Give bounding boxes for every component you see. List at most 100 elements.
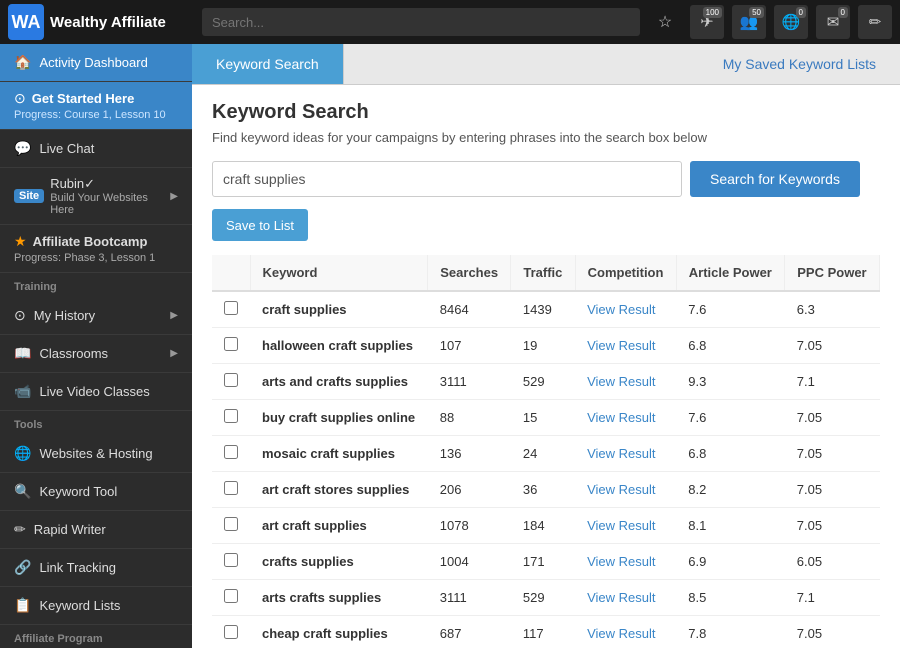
sidebar-item-classrooms[interactable]: 📖 Classrooms ▶ bbox=[0, 335, 192, 373]
competition-cell[interactable]: View Result bbox=[575, 472, 676, 508]
row-checkbox-cell[interactable] bbox=[212, 436, 250, 472]
view-result-link[interactable]: View Result bbox=[587, 374, 655, 389]
article-power-cell: 8.5 bbox=[676, 580, 784, 616]
sidebar-item-keyword-tool[interactable]: 🔍 Keyword Tool bbox=[0, 473, 192, 511]
wa-logo-icon: WA bbox=[8, 4, 44, 40]
globe-icon[interactable]: 🌐 0 bbox=[774, 5, 808, 39]
article-power-cell: 7.6 bbox=[676, 291, 784, 328]
row-checkbox-cell[interactable] bbox=[212, 291, 250, 328]
row-checkbox-cell[interactable] bbox=[212, 508, 250, 544]
traffic-cell: 1439 bbox=[511, 291, 575, 328]
row-select-checkbox[interactable] bbox=[224, 409, 238, 423]
row-checkbox-cell[interactable] bbox=[212, 364, 250, 400]
sidebar-item-activity-dashboard[interactable]: 🏠 Activity Dashboard bbox=[0, 44, 192, 82]
searches-cell: 8464 bbox=[428, 291, 511, 328]
keyword-cell: cheap craft supplies bbox=[250, 616, 428, 648]
favorite-icon[interactable]: ☆ bbox=[648, 5, 682, 39]
competition-cell[interactable]: View Result bbox=[575, 544, 676, 580]
row-select-checkbox[interactable] bbox=[224, 589, 238, 603]
tab-saved-keyword-lists[interactable]: My Saved Keyword Lists bbox=[699, 44, 900, 84]
view-result-link[interactable]: View Result bbox=[587, 410, 655, 425]
chat-icon: 💬 bbox=[14, 140, 31, 157]
competition-cell[interactable]: View Result bbox=[575, 580, 676, 616]
classrooms-icon: 📖 bbox=[14, 345, 31, 362]
people-icon[interactable]: 👥 50 bbox=[732, 5, 766, 39]
ppc-power-cell: 7.05 bbox=[785, 616, 880, 648]
search-keywords-button[interactable]: Search for Keywords bbox=[690, 161, 860, 197]
searches-cell: 1004 bbox=[428, 544, 511, 580]
mail-icon[interactable]: ✉ 0 bbox=[816, 5, 850, 39]
plane-icon[interactable]: ✈ 100 bbox=[690, 5, 724, 39]
row-checkbox-cell[interactable] bbox=[212, 580, 250, 616]
row-select-checkbox[interactable] bbox=[224, 373, 238, 387]
row-select-checkbox[interactable] bbox=[224, 301, 238, 315]
keyword-search-input[interactable] bbox=[212, 161, 682, 197]
table-row: buy craft supplies online 88 15 View Res… bbox=[212, 400, 880, 436]
view-result-link[interactable]: View Result bbox=[587, 446, 655, 461]
sidebar-item-live-chat[interactable]: 💬 Live Chat bbox=[0, 130, 192, 168]
page-content: Keyword Search Find keyword ideas for yo… bbox=[192, 85, 900, 648]
competition-cell[interactable]: View Result bbox=[575, 364, 676, 400]
competition-cell[interactable]: View Result bbox=[575, 328, 676, 364]
row-select-checkbox[interactable] bbox=[224, 481, 238, 495]
view-result-link[interactable]: View Result bbox=[587, 554, 655, 569]
col-article-power: Article Power bbox=[676, 255, 784, 291]
history-icon: ⊙ bbox=[14, 307, 26, 324]
ppc-power-cell: 7.05 bbox=[785, 400, 880, 436]
sidebar-item-websites-hosting[interactable]: 🌐 Websites & Hosting bbox=[0, 435, 192, 473]
global-search-input[interactable] bbox=[202, 8, 640, 36]
site-badge: Site bbox=[14, 189, 44, 203]
sidebar-item-get-started[interactable]: ⊙ Get Started Here Progress: Course 1, L… bbox=[0, 82, 192, 130]
view-result-link[interactable]: View Result bbox=[587, 518, 655, 533]
traffic-cell: 529 bbox=[511, 364, 575, 400]
table-row: cheap craft supplies 687 117 View Result… bbox=[212, 616, 880, 648]
competition-cell[interactable]: View Result bbox=[575, 400, 676, 436]
table-row: art craft stores supplies 206 36 View Re… bbox=[212, 472, 880, 508]
star-icon: ★ bbox=[14, 233, 27, 250]
col-competition: Competition bbox=[575, 255, 676, 291]
col-keyword: Keyword bbox=[250, 255, 428, 291]
article-power-cell: 7.8 bbox=[676, 616, 784, 648]
list-icon: 📋 bbox=[14, 597, 31, 614]
competition-cell[interactable]: View Result bbox=[575, 436, 676, 472]
page-subtitle: Find keyword ideas for your campaigns by… bbox=[212, 130, 880, 145]
row-checkbox-cell[interactable] bbox=[212, 544, 250, 580]
keyword-cell: art craft supplies bbox=[250, 508, 428, 544]
home-icon: 🏠 bbox=[14, 54, 31, 71]
view-result-link[interactable]: View Result bbox=[587, 590, 655, 605]
competition-cell[interactable]: View Result bbox=[575, 508, 676, 544]
tab-keyword-search[interactable]: Keyword Search bbox=[192, 44, 344, 84]
ppc-power-cell: 6.3 bbox=[785, 291, 880, 328]
row-select-checkbox[interactable] bbox=[224, 445, 238, 459]
ppc-power-cell: 7.05 bbox=[785, 436, 880, 472]
sidebar-item-my-history[interactable]: ⊙ My History ▶ bbox=[0, 297, 192, 335]
col-ppc-power: PPC Power bbox=[785, 255, 880, 291]
table-row: arts crafts supplies 3111 529 View Resul… bbox=[212, 580, 880, 616]
sidebar-item-bootcamp[interactable]: ★ Affiliate Bootcamp Progress: Phase 3, … bbox=[0, 225, 192, 273]
row-checkbox-cell[interactable] bbox=[212, 472, 250, 508]
save-to-list-button[interactable]: Save to List bbox=[212, 209, 308, 241]
ppc-power-cell: 7.05 bbox=[785, 508, 880, 544]
edit-icon[interactable]: ✏ bbox=[858, 5, 892, 39]
sidebar-item-rapid-writer[interactable]: ✏ Rapid Writer bbox=[0, 511, 192, 549]
view-result-link[interactable]: View Result bbox=[587, 302, 655, 317]
row-checkbox-cell[interactable] bbox=[212, 616, 250, 648]
col-checkbox bbox=[212, 255, 250, 291]
sidebar-item-site-rubin[interactable]: Site Rubin✓ Build Your Websites Here ▶ bbox=[0, 168, 192, 225]
row-select-checkbox[interactable] bbox=[224, 553, 238, 567]
competition-cell[interactable]: View Result bbox=[575, 616, 676, 648]
view-result-link[interactable]: View Result bbox=[587, 626, 655, 641]
keyword-cell: crafts supplies bbox=[250, 544, 428, 580]
sidebar-item-link-tracking[interactable]: 🔗 Link Tracking bbox=[0, 549, 192, 587]
row-checkbox-cell[interactable] bbox=[212, 400, 250, 436]
view-result-link[interactable]: View Result bbox=[587, 482, 655, 497]
article-power-cell: 7.6 bbox=[676, 400, 784, 436]
row-select-checkbox[interactable] bbox=[224, 337, 238, 351]
view-result-link[interactable]: View Result bbox=[587, 338, 655, 353]
sidebar-item-keyword-lists[interactable]: 📋 Keyword Lists bbox=[0, 587, 192, 625]
sidebar-item-live-video[interactable]: 📹 Live Video Classes bbox=[0, 373, 192, 411]
row-select-checkbox[interactable] bbox=[224, 517, 238, 531]
row-select-checkbox[interactable] bbox=[224, 625, 238, 639]
row-checkbox-cell[interactable] bbox=[212, 328, 250, 364]
competition-cell[interactable]: View Result bbox=[575, 291, 676, 328]
